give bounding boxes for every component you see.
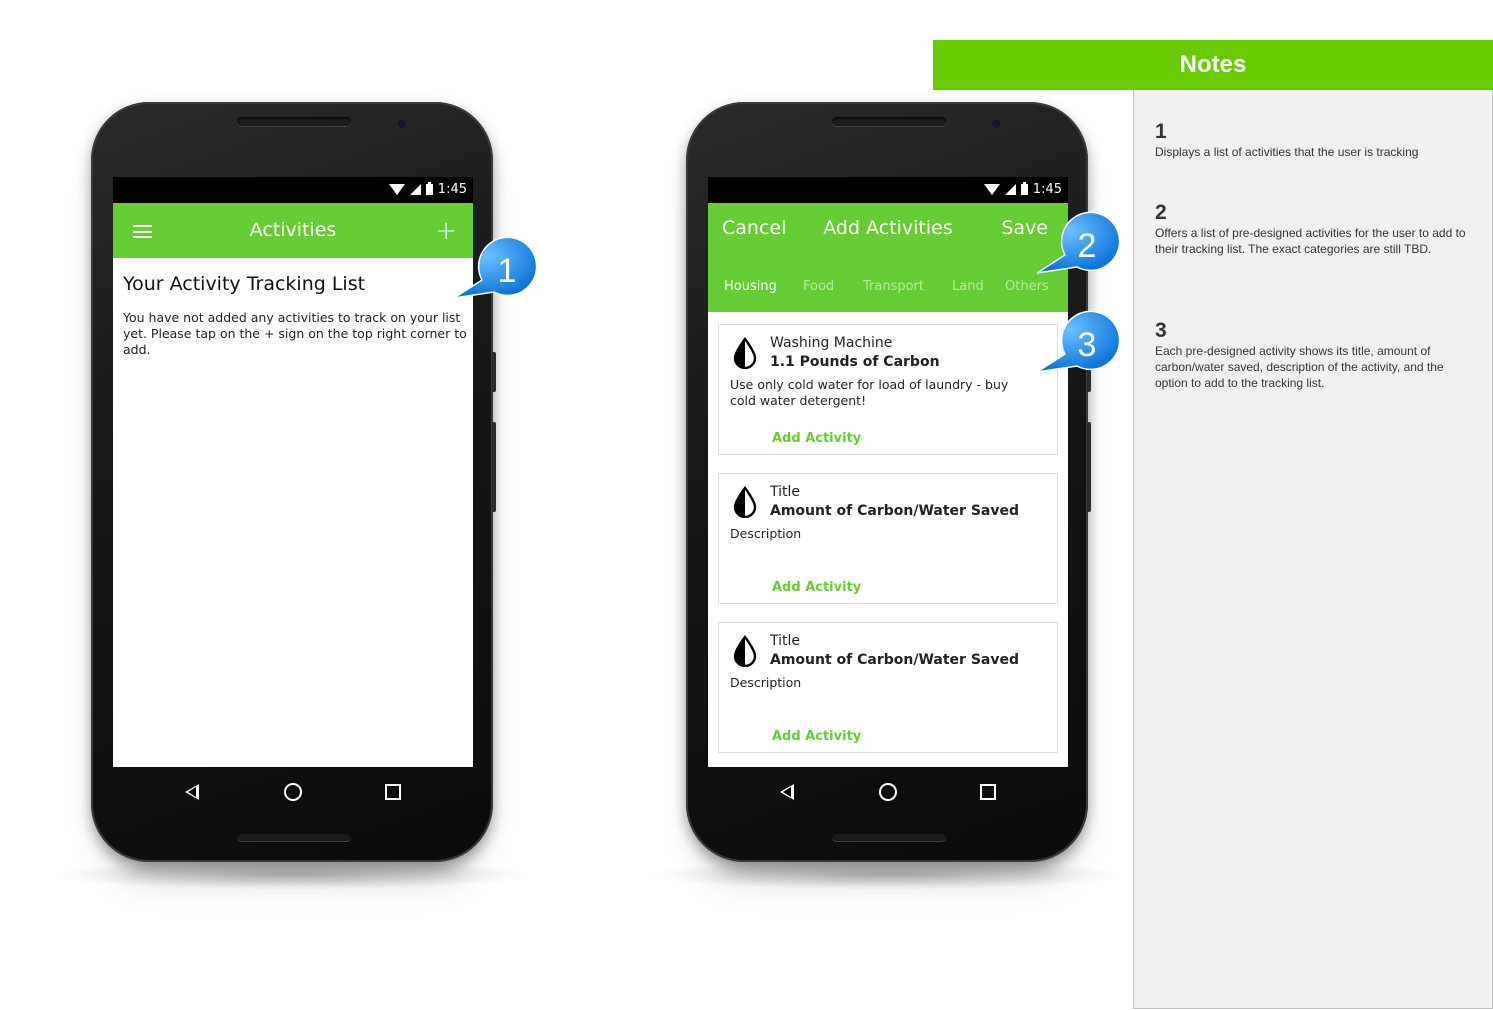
notes-panel: Notes 1 Displays a list of activities th… [933,40,1493,1010]
empty-message: You have not added any activities to tra… [123,310,467,357]
notes-body: 1 Displays a list of activities that the… [1133,90,1493,1009]
earpiece-speaker [832,117,946,126]
app-bar: Activities + [113,203,473,258]
earpiece-speaker [237,117,351,126]
battery-icon [425,182,433,195]
back-icon[interactable] [780,784,794,800]
card-amount: 1.1 Pounds of Carbon [770,354,940,370]
callout-1: 1 [453,236,538,299]
front-camera [397,119,406,128]
notes-header: Notes [933,40,1493,90]
tab-housing[interactable]: Housing [724,279,777,294]
status-time: 1:45 [437,182,467,197]
water-drop-icon [733,486,757,518]
volume-button [492,352,496,392]
water-drop-icon [733,635,757,667]
nav-bar [113,779,473,809]
callout-number: 1 [498,252,517,290]
note-number: 1 [1155,120,1167,143]
signal-icon [409,184,421,195]
note-item: 1 Displays a list of activities that the… [1155,120,1475,160]
add-activity-button[interactable]: Add Activity [772,431,861,446]
home-icon[interactable] [284,783,302,801]
phone-activities: 1:45 Activities + Your Activity Tracking… [51,102,533,890]
recent-apps-icon[interactable] [385,784,401,800]
water-drop-icon [733,337,757,369]
tab-food[interactable]: Food [803,279,834,294]
screen: 1:45 Activities + Your Activity Tracking… [113,177,473,767]
wifi-icon [388,184,405,195]
power-button [492,422,496,512]
bottom-speaker [237,832,351,841]
tab-transport[interactable]: Transport [863,279,924,294]
back-icon[interactable] [185,784,199,800]
page-title: Activities [249,219,337,241]
card-title: Title [770,484,801,500]
status-bar: 1:45 [113,177,473,203]
note-item: 3 Each pre-designed activity shows its t… [1155,319,1475,391]
add-activity-button[interactable]: Add Activity [772,729,861,744]
note-text: Offers a list of pre-designed activities… [1155,226,1466,256]
card-title: Washing Machine [770,335,893,351]
note-item: 2 Offers a list of pre-designed activiti… [1155,201,1475,257]
note-text: Displays a list of activities that the u… [1155,145,1419,159]
bottom-speaker [832,832,946,841]
phone-shadow [51,860,533,890]
home-icon[interactable] [879,783,897,801]
note-number: 2 [1155,201,1167,224]
list-heading: Your Activity Tracking List [123,273,366,295]
note-text: Each pre-designed activity shows its tit… [1155,344,1444,390]
card-title: Title [770,633,801,649]
note-number: 3 [1155,319,1167,342]
add-activity-button[interactable]: Add Activity [772,580,861,595]
